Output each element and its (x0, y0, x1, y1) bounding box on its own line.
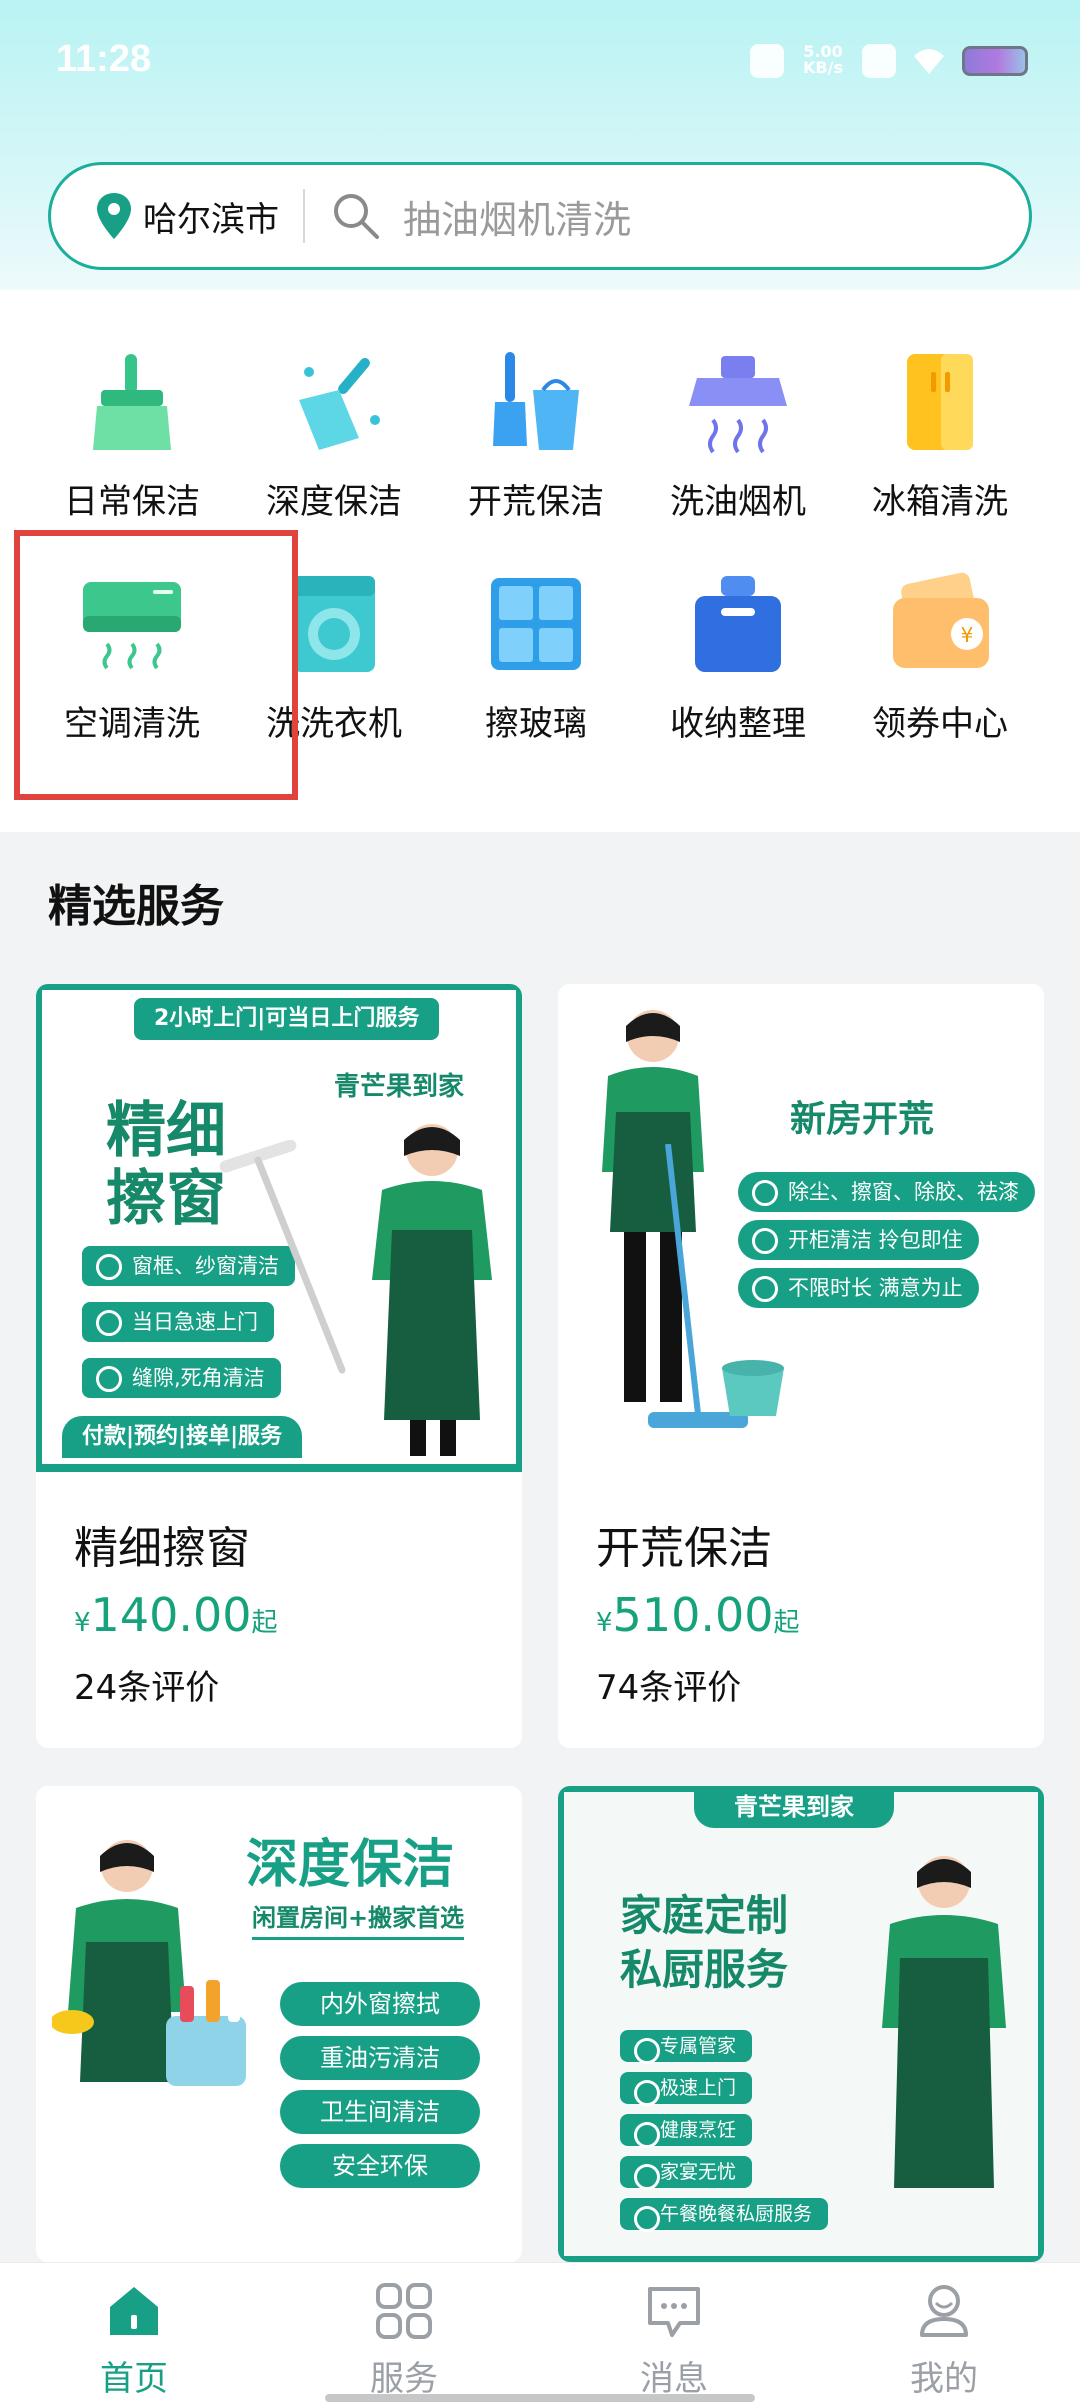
category-label: 擦玻璃 (485, 704, 587, 744)
service-card-image: 深度保洁 闲置房间+搬家首选 内外窗擦拭 重油污清洁 卫生间清洁 安全环保 (36, 1786, 522, 2262)
profile-icon (914, 2281, 974, 2341)
worker-illustration (352, 1120, 512, 1464)
cleaning-tools-illustration (166, 1980, 246, 2086)
brand-logo: 青芒果到家 (334, 1072, 465, 1102)
promo-headline: 深度保洁 (246, 1835, 455, 1895)
service-card-deep-cleaning[interactable]: 深度保洁 闲置房间+搬家首选 内外窗擦拭 重油污清洁 卫生间清洁 安全环保 (36, 1786, 522, 2262)
storage-box-icon (683, 572, 793, 682)
range-hood-icon (683, 350, 793, 460)
search-icon[interactable] (331, 191, 381, 241)
promo-check-item: 不限时长 满意为止 (738, 1268, 979, 1308)
brush-bucket-icon (481, 350, 591, 460)
service-card-price: ¥510.00起 (596, 1588, 800, 1642)
promo-check-item: 家宴无忧 (620, 2156, 753, 2190)
sparkle-broom-icon (279, 350, 389, 460)
promo-check-item: 专属管家 (620, 2030, 753, 2064)
promo-headline: 新房开荒 (790, 1099, 935, 1140)
service-card-image: 青芒果到家 家庭定制 私厨服务 专属管家 极速上门 健康烹饪 家宴无忧 午餐晚餐… (558, 1786, 1044, 2262)
service-card-title: 开荒保洁 (596, 1523, 772, 1574)
service-card-image: 2小时上门|可当日上门服务 青芒果到家 精细 擦窗 窗框、纱窗清洁 当日急速上门… (36, 984, 522, 1472)
status-time: 11:28 (56, 38, 152, 80)
promo-badge: 2小时上门|可当日上门服务 (134, 998, 440, 1040)
nav-label: 我的 (910, 2359, 978, 2399)
category-coupon-center[interactable]: ¥ 领券中心 (840, 572, 1040, 745)
category-deep-cleaning[interactable]: 深度保洁 (234, 350, 434, 523)
battery-icon (962, 46, 1028, 76)
category-label: 日常保洁 (64, 482, 200, 522)
search-bar[interactable]: 哈尔滨市 抽油烟机清洗 (48, 162, 1032, 270)
nav-label: 首页 (100, 2359, 168, 2399)
message-icon (644, 2281, 704, 2341)
category-window-glass[interactable]: 擦玻璃 (436, 572, 636, 745)
service-card-price: ¥140.00起 (74, 1588, 278, 1642)
service-card-move-in-cleaning[interactable]: 新房开荒 除尘、擦窗、除胶、祛漆 开柜清洁 拎包即住 不限时长 满意为止 开荒保… (558, 984, 1044, 1748)
status-icons: 5.00 KB/s (750, 44, 1028, 78)
status-bar: 11:28 5.00 KB/s (0, 0, 1080, 120)
search-divider (303, 189, 305, 243)
promo-subtitle: 闲置房间+搬家首选 (252, 1898, 465, 1940)
nav-home[interactable]: 首页 (34, 2281, 234, 2400)
home-icon (104, 2281, 164, 2341)
promo-footer: 付款|预约|接单|服务 (62, 1416, 303, 1458)
mute-icon (750, 44, 784, 78)
grid-icon (374, 2281, 434, 2341)
promo-headline: 私厨服务 (620, 1945, 789, 1994)
wifi-icon (912, 44, 946, 78)
promo-pill: 内外窗擦拭 (280, 1982, 480, 2026)
category-storage-organizing[interactable]: 收纳整理 (638, 572, 838, 745)
promo-pill: 卫生间清洁 (280, 2090, 480, 2134)
promo-check-item: 开柜清洁 拎包即住 (738, 1220, 979, 1260)
section-title: 精选服务 (48, 881, 224, 932)
city-selector[interactable]: 哈尔滨市 (143, 192, 279, 241)
location-pin-icon[interactable] (97, 193, 131, 239)
network-speed: 5.00 KB/s (803, 42, 843, 77)
promo-pill: 安全环保 (280, 2144, 480, 2188)
service-card-image: 新房开荒 除尘、擦窗、除胶、祛漆 开柜清洁 拎包即住 不限时长 满意为止 (558, 984, 1044, 1472)
service-card-private-chef[interactable]: 青芒果到家 家庭定制 私厨服务 专属管家 极速上门 健康烹饪 家宴无忧 午餐晚餐… (558, 1786, 1044, 2262)
category-label: 洗油烟机 (670, 482, 806, 522)
promo-check-item: 午餐晚餐私厨服务 (620, 2198, 829, 2232)
promo-headline: 家庭定制 (620, 1891, 789, 1940)
category-range-hood[interactable]: 洗油烟机 (638, 350, 838, 523)
coupon-wallet-icon: ¥ (885, 572, 995, 682)
category-label: 深度保洁 (266, 482, 402, 522)
category-fridge[interactable]: 冰箱清洗 (840, 350, 1040, 523)
home-indicator[interactable] (325, 2394, 755, 2402)
search-input[interactable]: 抽油烟机清洗 (403, 189, 631, 244)
svg-text:¥: ¥ (961, 623, 974, 647)
brand-logo: 青芒果到家 (694, 1786, 894, 1828)
promo-check-item: 除尘、擦窗、除胶、祛漆 (738, 1172, 1035, 1212)
category-label: 领券中心 (872, 704, 1008, 744)
service-card-reviews: 24条评价 (74, 1668, 220, 1708)
promo-check-item: 健康烹饪 (620, 2114, 753, 2148)
nav-profile[interactable]: 我的 (844, 2281, 1044, 2400)
promo-headline: 擦窗 (106, 1164, 226, 1234)
nav-label: 服务 (370, 2359, 438, 2399)
service-card-window-cleaning[interactable]: 2小时上门|可当日上门服务 青芒果到家 精细 擦窗 窗框、纱窗清洁 当日急速上门… (36, 984, 522, 1748)
nav-label: 消息 (640, 2359, 708, 2399)
bottom-nav: 首页 服务 消息 我的 (0, 2262, 1080, 2408)
highlight-box (14, 530, 298, 800)
category-move-in-cleaning[interactable]: 开荒保洁 (436, 350, 636, 523)
category-daily-cleaning[interactable]: 日常保洁 (32, 350, 232, 523)
squeegee-illustration (219, 1140, 346, 1374)
broom-icon (77, 350, 187, 460)
bucket-illustration (722, 1360, 784, 1416)
fridge-icon (885, 350, 995, 460)
sim-icon (862, 44, 896, 78)
nav-services[interactable]: 服务 (304, 2281, 504, 2400)
window-icon (481, 572, 591, 682)
nav-messages[interactable]: 消息 (574, 2281, 774, 2400)
category-label: 开荒保洁 (468, 482, 604, 522)
service-card-title: 精细擦窗 (74, 1523, 250, 1574)
worker-illustration (864, 1848, 1024, 2262)
category-label: 收纳整理 (670, 704, 806, 744)
service-card-reviews: 74条评价 (596, 1668, 742, 1708)
category-label: 冰箱清洗 (872, 482, 1008, 522)
promo-check-item: 极速上门 (620, 2072, 753, 2106)
promo-pill: 重油污清洁 (280, 2036, 480, 2080)
